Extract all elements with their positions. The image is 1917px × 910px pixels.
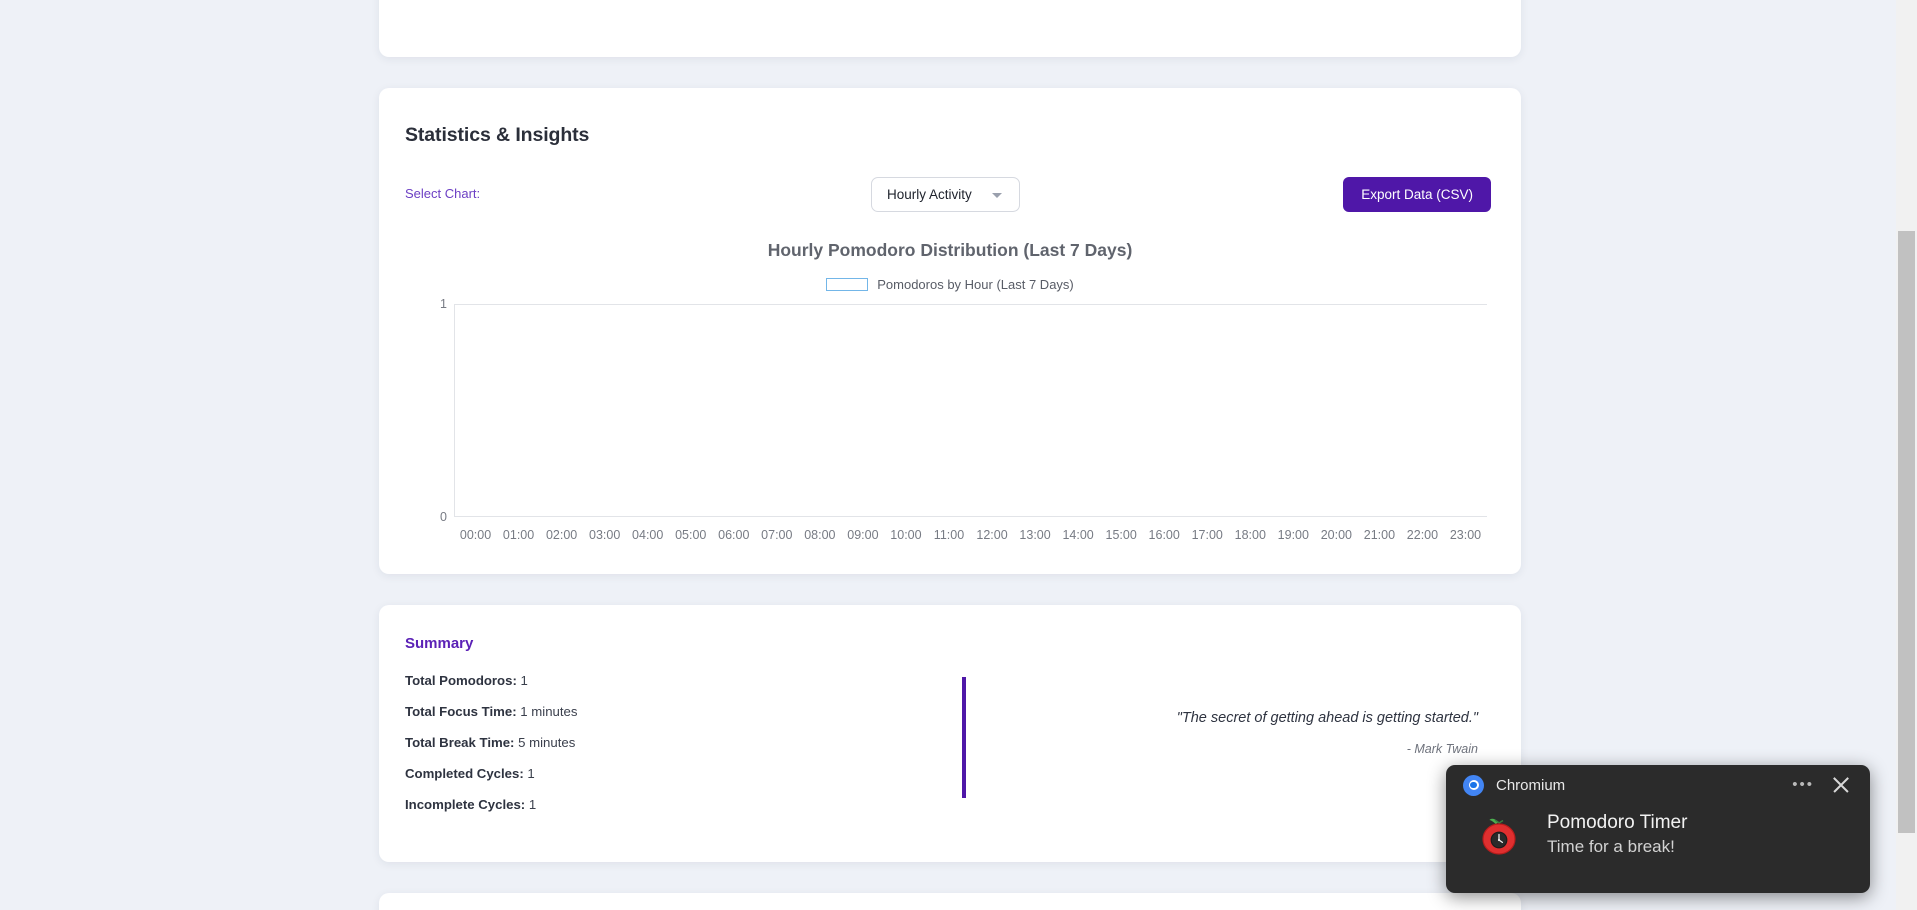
summary-title: Summary — [405, 635, 474, 652]
select-chart-label: Select Chart: — [405, 186, 481, 201]
tomato-icon — [1477, 813, 1521, 857]
toggles-card — [379, 0, 1521, 57]
x-tick-label: 00:00 — [459, 528, 492, 542]
close-icon[interactable] — [1830, 774, 1852, 796]
summary-row-label: Total Focus Time: — [405, 704, 517, 719]
notification-app-name: Chromium — [1496, 776, 1566, 794]
chart-plot-area: 1 0 — [405, 297, 1495, 524]
chart-select[interactable]: Hourly Activity — [871, 177, 1020, 212]
summary-row: Total Pomodoros: 1 — [405, 673, 1495, 688]
x-tick-label: 15:00 — [1105, 528, 1137, 542]
summary-row-label: Incomplete Cycles: — [405, 797, 526, 812]
page-title: Statistics & Insights — [405, 124, 590, 146]
summary-row-label: Total Pomodoros: — [405, 673, 517, 688]
chart-select-value: Hourly Activity — [887, 187, 972, 202]
x-tick-label: 06:00 — [718, 528, 750, 542]
notification-message: Time for a break! — [1547, 837, 1675, 856]
hourly-activity-chart: Hourly Pomodoro Distribution (Last 7 Day… — [405, 240, 1495, 550]
content-column: Statistics & Insights Select Chart: Hour… — [379, 0, 1521, 910]
summary-card: Summary Total Pomodoros: 1 Total Focus Ti… — [379, 605, 1521, 862]
chart-controls-row: Select Chart: Hourly Activity Export Dat… — [405, 177, 1495, 212]
x-tick-label: 08:00 — [804, 528, 836, 542]
x-tick-label: 18:00 — [1234, 528, 1266, 542]
x-tick-label: 09:00 — [847, 528, 879, 542]
notification-body: Pomodoro Timer Time for a break! — [1446, 805, 1870, 857]
summary-row: Incomplete Cycles: 1 — [405, 797, 1495, 812]
chart-title: Hourly Pomodoro Distribution (Last 7 Day… — [767, 240, 1133, 260]
current-settings-card: Current Settings — [379, 893, 1521, 910]
chart-legend[interactable]: Pomodoros by Hour (Last 7 Days) — [405, 277, 1495, 292]
notification-header: Chromium ••• — [1446, 765, 1870, 805]
x-tick-label: 13:00 — [1019, 528, 1051, 542]
quote-block: "The secret of getting ahead is getting … — [1038, 710, 1478, 756]
notification-toast[interactable]: Chromium ••• Pomodoro Timer Time for a b… — [1446, 765, 1870, 893]
x-tick-label: 03:00 — [589, 528, 621, 542]
summary-row-label: Completed Cycles: — [405, 766, 524, 781]
y-tick-0: 0 — [440, 510, 447, 524]
summary-row-value: 1 — [525, 797, 537, 812]
x-tick-label: 05:00 — [675, 528, 707, 542]
chevron-down-icon — [992, 193, 1002, 198]
vertical-scrollbar-thumb[interactable] — [1898, 231, 1915, 833]
summary-divider — [962, 677, 966, 798]
more-options-icon[interactable]: ••• — [1792, 777, 1814, 792]
x-tick-label: 23:00 — [1449, 528, 1482, 542]
summary-row-value: 1 — [516, 673, 528, 688]
x-tick-label: 02:00 — [545, 528, 578, 542]
x-tick-label: 12:00 — [976, 528, 1008, 542]
summary-row-value: 1 minutes — [516, 704, 578, 719]
legend-swatch-icon — [826, 278, 869, 291]
x-tick-label: 21:00 — [1363, 528, 1396, 542]
summary-row-value: 1 — [523, 766, 535, 781]
x-tick-label: 10:00 — [890, 528, 922, 542]
summary-row: Completed Cycles: 1 — [405, 766, 1495, 781]
x-tick-label: 14:00 — [1062, 528, 1094, 542]
x-axis-tick-labels: 00:00 01:00 02:00 03:00 04:00 05:00 06:00 07:00… — [454, 528, 1487, 550]
x-tick-label: 20:00 — [1320, 528, 1352, 542]
x-tick-label: 17:00 — [1191, 528, 1223, 542]
x-tick-label: 07:00 — [761, 528, 793, 542]
x-tick-label: 19:00 — [1277, 528, 1309, 542]
x-tick-label: 16:00 — [1148, 528, 1180, 542]
y-axis-line — [454, 304, 455, 517]
quote-text: "The secret of getting ahead is getting … — [1176, 710, 1478, 726]
chromium-icon — [1463, 774, 1484, 796]
statistics-insights-card: Statistics & Insights Select Chart: Hour… — [379, 88, 1521, 574]
legend-label: Pomodoros by Hour (Last 7 Days) — [877, 277, 1074, 292]
x-tick-label: 04:00 — [632, 528, 664, 542]
notification-title: Pomodoro Timer — [1547, 812, 1688, 833]
notification-texts: Pomodoro Timer Time for a break! — [1547, 812, 1687, 857]
x-tick-label: 01:00 — [502, 528, 535, 542]
x-tick-label: 11:00 — [933, 528, 965, 542]
summary-row-value: 5 minutes — [514, 735, 576, 750]
x-tick-label: 22:00 — [1406, 528, 1439, 542]
export-data-csv-button[interactable]: Export Data (CSV) — [1343, 177, 1491, 212]
summary-row-label: Total Break Time: — [405, 735, 515, 750]
vertical-scrollbar-track[interactable] — [1896, 0, 1917, 910]
gridline-top — [454, 304, 1487, 305]
page-viewport: Statistics & Insights Select Chart: Hour… — [0, 0, 1917, 910]
gridline-bottom — [454, 516, 1487, 517]
y-tick-1: 1 — [440, 297, 447, 311]
quote-author: - Mark Twain — [1406, 742, 1478, 756]
